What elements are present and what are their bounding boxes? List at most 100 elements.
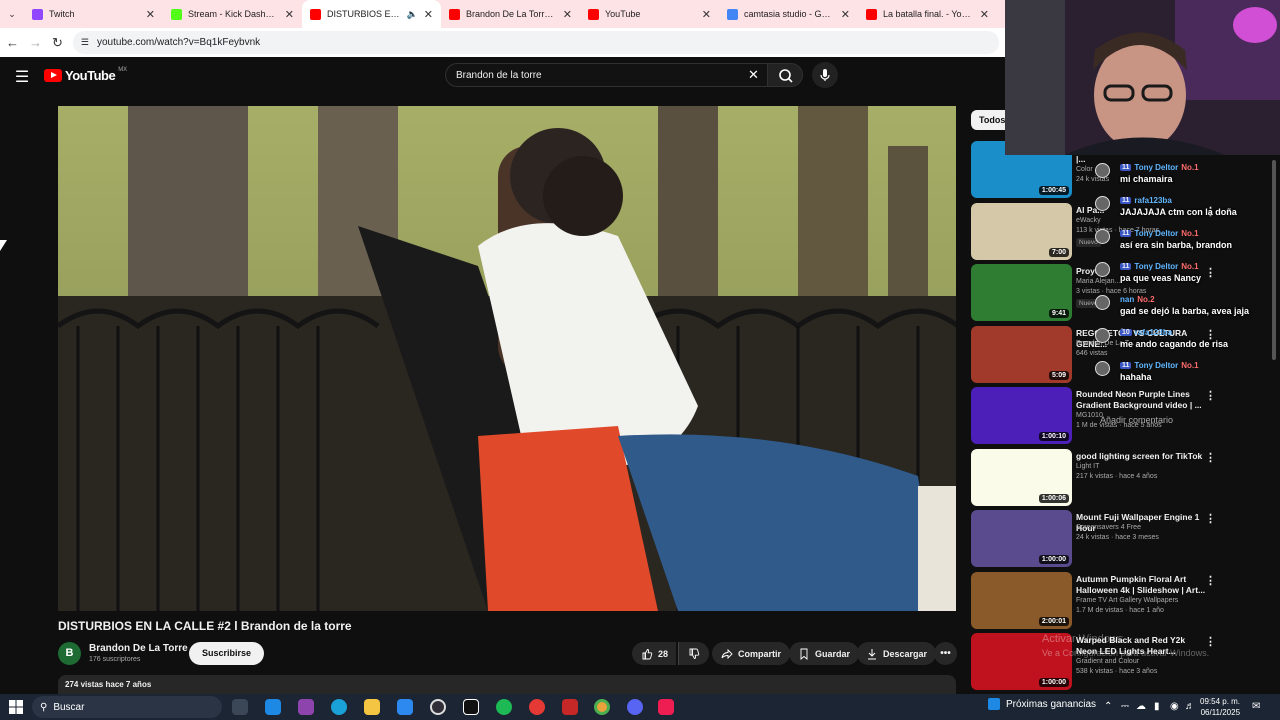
hamburger-menu-icon[interactable]: ☰ [12, 67, 32, 87]
clear-search-icon[interactable]: ✕ [748, 67, 759, 83]
youtube-play-icon [44, 69, 62, 82]
recommendation-item[interactable]: 1:00:06 good lighting screen for TikTok Li… [971, 449, 1241, 506]
download-button[interactable]: Descargar [857, 642, 937, 665]
chat-header: 11 rafa123ba [1120, 195, 1172, 206]
video-thumbnail[interactable]: 1:00:00 [971, 510, 1072, 567]
video-thumbnail[interactable]: 2:00:01 [971, 572, 1072, 629]
description-box[interactable]: 274 vistas hace 7 años [58, 675, 956, 695]
youtube-logo[interactable]: YouTube MX [44, 67, 127, 83]
channel-name[interactable]: Brandon De La Torre [89, 643, 188, 654]
chrome-icon[interactable] [594, 699, 610, 715]
tab-title: Twitch [49, 9, 75, 19]
recommendation-item[interactable]: 1:00:00 Mount Fuji Wallpaper Engine 1 Hou… [971, 510, 1241, 567]
copilot-icon[interactable] [298, 699, 314, 715]
tab-close-icon[interactable]: ✕ [702, 8, 711, 21]
video-thumbnail[interactable]: 1:00:06 [971, 449, 1072, 506]
chevron-up-icon[interactable]: ⌃ [1104, 701, 1112, 712]
tab-close-icon[interactable]: ✕ [563, 8, 572, 21]
tab-close-icon[interactable]: ✕ [146, 8, 155, 21]
widget-icon [988, 698, 1000, 710]
recommendation-title[interactable]: Autumn Pumpkin Floral Art Halloween 4k |… [1076, 574, 1206, 596]
video-thumbnail[interactable]: 5:09 [971, 326, 1072, 383]
spotify-icon[interactable] [496, 699, 512, 715]
audio-icon[interactable]: 🔈 [407, 9, 418, 20]
app-icon[interactable] [529, 699, 545, 715]
forward-icon[interactable]: → [29, 35, 42, 50]
browser-tab[interactable]: YouTube ✕ [580, 0, 719, 28]
taskbar-search[interactable]: ⚲ Buscar [32, 696, 222, 718]
edge-icon[interactable] [331, 699, 347, 715]
address-bar[interactable]: ☰ youtube.com/watch?v=Bq1kFeybvnk [72, 31, 999, 54]
system-clock[interactable]: 09:54 p. m. 06/11/2025 [1200, 696, 1240, 718]
file-explorer-icon[interactable] [364, 699, 380, 715]
video-thumbnail[interactable]: 9:41 [971, 264, 1072, 321]
more-vertical-icon[interactable]: ⋮ [1205, 574, 1216, 587]
channel-avatar[interactable]: B [58, 642, 81, 665]
recommendation-channel[interactable]: Screensavers 4 Free [1076, 524, 1141, 531]
discord-icon[interactable] [627, 699, 643, 715]
cloud-icon[interactable]: ☁ [1136, 701, 1146, 712]
reload-icon[interactable]: ↻ [52, 35, 63, 51]
webcam-overlay [1005, 0, 1280, 155]
browser-tab[interactable]: Brandon De La Torre - You ✕ [441, 0, 580, 28]
browser-tab[interactable]: Twitch ✕ [24, 0, 163, 28]
notifications-icon[interactable]: ✉ [1252, 701, 1260, 712]
wifi-icon[interactable]: ◉ [1170, 701, 1179, 712]
recommendation-item[interactable]: 2:00:01 Autumn Pumpkin Floral Art Hallowe… [971, 572, 1241, 629]
tab-favicon-icon [171, 8, 182, 20]
battery-icon[interactable]: ▮ [1154, 701, 1160, 712]
recommendation-channel[interactable]: Color [1076, 166, 1093, 173]
tiktok-icon[interactable] [658, 699, 674, 715]
more-vertical-icon[interactable]: ⋮ [1205, 451, 1216, 464]
windows-taskbar: ⚲ Buscar Próximas ganancias ⌃ ⎓ ☁ ▮ ◉ ♬ … [0, 694, 1280, 720]
tab-close-icon[interactable]: ✕ [424, 8, 433, 21]
search-button[interactable] [767, 63, 803, 87]
video-thumbnail[interactable]: 7:00 [971, 203, 1072, 260]
flash-icon[interactable] [562, 699, 578, 715]
more-actions-button[interactable]: ••• [934, 642, 957, 665]
mail-icon[interactable] [265, 699, 281, 715]
recommendation-title[interactable]: Rounded Neon Purple Lines Gradient Backg… [1076, 389, 1206, 411]
recommendation-channel[interactable]: Frame TV Art Gallery Wallpapers [1076, 597, 1178, 604]
chat-text: gad se dejó la barba, avea jaja [1120, 306, 1250, 316]
windows-start-icon[interactable] [9, 700, 23, 714]
save-button[interactable]: Guardar [789, 642, 860, 665]
search-input[interactable]: Brandon de la torre [445, 63, 768, 87]
browser-tab[interactable]: La batalla final. - YouTube ✕ [858, 0, 997, 28]
comment-input[interactable]: Añadir comentario [1100, 415, 1173, 425]
back-icon[interactable]: ← [6, 35, 19, 50]
obs-icon[interactable] [430, 699, 446, 715]
views-date: 274 vistas hace 7 años [65, 680, 152, 689]
recommendation-title[interactable]: good lighting screen for TikTok [1076, 451, 1206, 462]
tab-favicon-icon [310, 8, 321, 20]
task-view-icon[interactable] [232, 699, 248, 715]
usb-icon[interactable]: ⎓ [1121, 701, 1129, 712]
browser-tab[interactable]: DISTURBIOS EN LA CA 🔈 ✕ [302, 0, 441, 28]
browser-tab[interactable]: Stream - Kick Dashboard ✕ [163, 0, 302, 28]
chat-avatar [1095, 229, 1110, 244]
recommendation-channel[interactable]: MG1010 [1076, 412, 1103, 419]
tab-close-icon[interactable]: ✕ [285, 8, 294, 21]
tab-close-icon[interactable]: ✕ [841, 8, 850, 21]
chat-username: rafa123ba [1134, 196, 1172, 205]
chat-rank-badge: No.2 [1137, 295, 1155, 304]
store-icon[interactable] [397, 699, 413, 715]
video-thumbnail[interactable]: 1:00:10 [971, 387, 1072, 444]
capcut-icon[interactable] [463, 699, 479, 715]
share-button[interactable]: Compartir [712, 642, 791, 665]
recommendation-channel[interactable]: Light IT [1076, 463, 1099, 470]
dislike-button[interactable] [678, 642, 709, 665]
video-player[interactable] [58, 106, 956, 611]
like-button[interactable]: 28 [632, 642, 677, 665]
tab-close-icon[interactable]: ✕ [980, 8, 989, 21]
thumbs-up-icon [642, 648, 653, 659]
site-info-icon[interactable]: ☰ [81, 37, 89, 48]
more-vertical-icon[interactable]: ⋮ [1205, 512, 1216, 525]
browser-tab[interactable]: camtasia studio - Google ✕ [719, 0, 858, 28]
voice-search-button[interactable] [812, 62, 838, 88]
subscribe-button[interactable]: Suscribirse [189, 642, 265, 665]
volume-icon[interactable]: ♬ [1185, 701, 1195, 712]
weather-widget[interactable]: Próximas ganancias [988, 698, 1096, 710]
tab-search-button[interactable]: ⌄ [0, 0, 24, 28]
thumbs-down-icon [689, 648, 700, 659]
